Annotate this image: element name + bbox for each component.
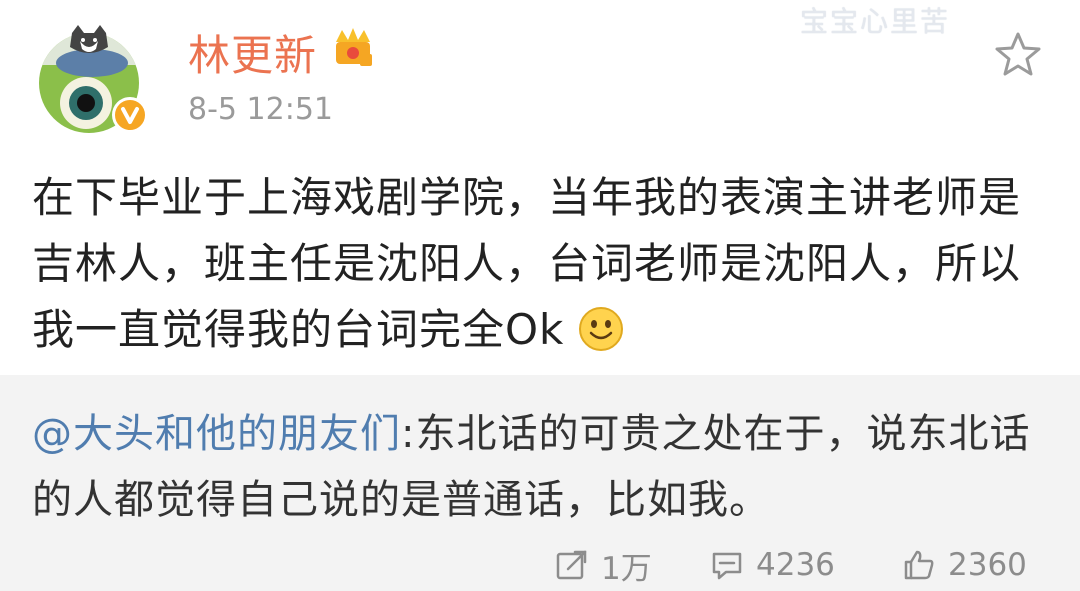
comment-icon (712, 552, 742, 580)
repost-text-block: @大头和他的朋友们:东北话的可贵之处在于，说东北话的人都觉得自己说的是普通话，比… (32, 401, 1042, 533)
username[interactable]: 林更新 (188, 22, 317, 83)
post-timestamp: 8-5 12:51 (188, 92, 333, 127)
action-bar: 1万 4236 2360 (0, 543, 1080, 587)
comment-count: 4236 (756, 547, 835, 583)
favorite-star-icon[interactable] (993, 30, 1043, 78)
reposted-content: @大头和他的朋友们:东北话的可贵之处在于，说东北话的人都觉得自己说的是普通话，比… (0, 375, 1080, 591)
comment-button[interactable]: 4236 (710, 543, 835, 587)
smiley-icon (579, 307, 624, 351)
watermark: 宝宝心里苦 (800, 5, 951, 38)
post-content: 在下毕业于上海戏剧学院，当年我的表演主讲老师是吉林人，班主任是沈阳人，台词老师是… (32, 165, 1042, 363)
repost-button[interactable]: 1万 (555, 543, 652, 587)
verified-badge-icon (112, 97, 148, 133)
like-count: 2360 (948, 547, 1027, 583)
weibo-post: 林更新 8-5 12:51 宝宝心里苦 在下毕业于上海戏剧学院，当年我的表演主讲… (0, 0, 1080, 591)
mention-link[interactable]: @大头和他的朋友们 (32, 411, 401, 457)
post-text: 在下毕业于上海戏剧学院，当年我的表演主讲老师是吉林人，班主任是沈阳人，台词老师是… (32, 173, 1022, 354)
repost-count: 1万 (601, 550, 652, 587)
repost-icon (556, 550, 587, 580)
like-button[interactable]: 2360 (902, 543, 1027, 587)
thumbs-up-icon (904, 550, 934, 580)
crown-icon (336, 28, 372, 66)
